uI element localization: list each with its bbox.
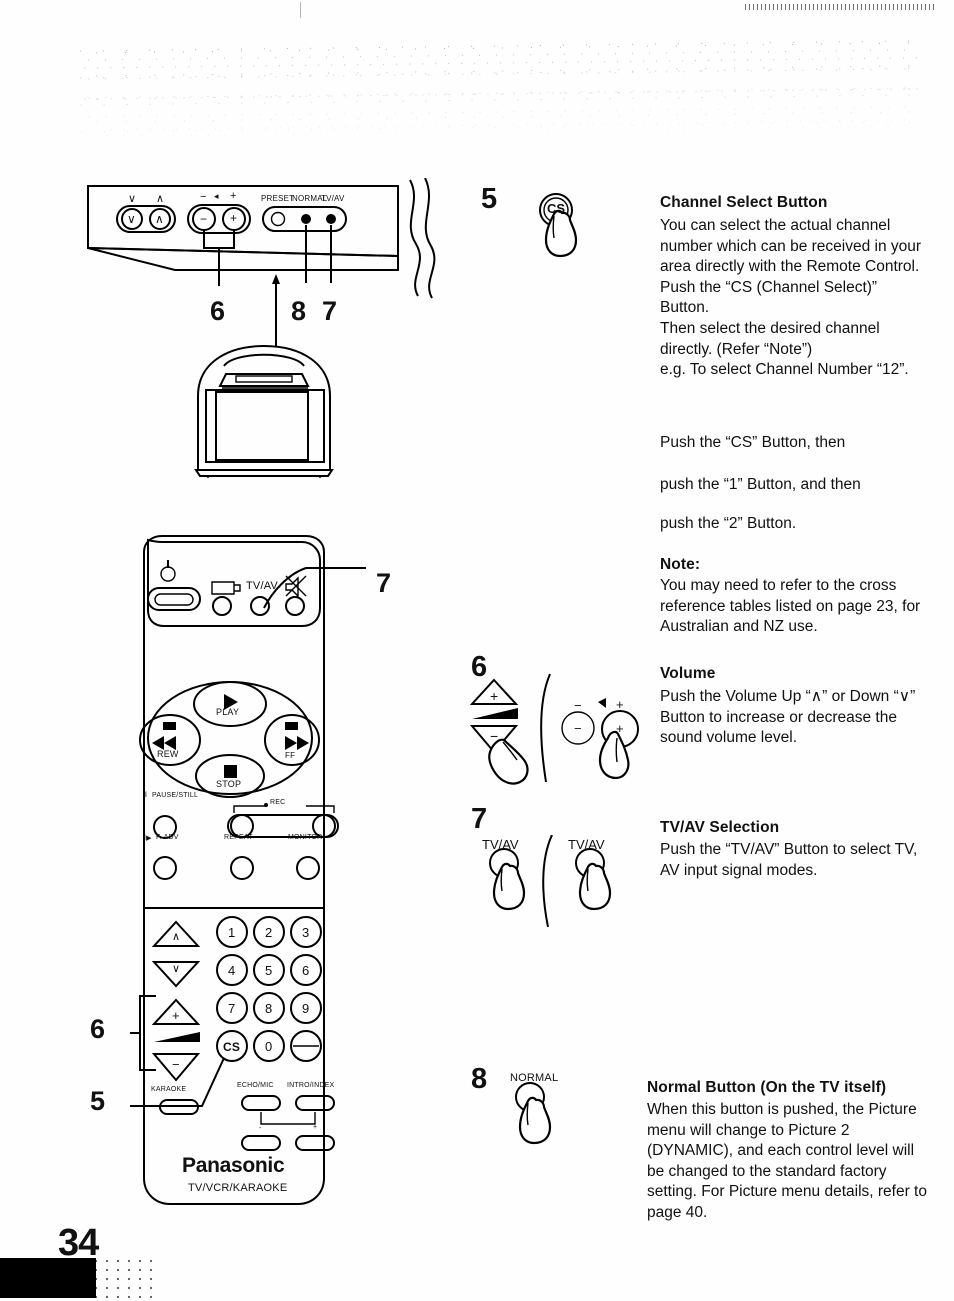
remote-key-4: 4	[228, 963, 236, 978]
remote-key-1: 1	[228, 925, 236, 940]
vol-tv-minus-glyph: −	[574, 721, 582, 736]
remote-key-9: 9	[302, 1001, 310, 1016]
volume-press-illustration: + − − + − +	[470, 672, 640, 790]
section-6-title: Volume	[660, 665, 716, 682]
remote-control-illustration: TV/AV PAUSE/STILL ‖ F. ADV ‖▶ REC REPEAT…	[130, 530, 380, 1230]
remote-label-play: PLAY	[216, 707, 240, 717]
remote-vol-down-glyph: −	[172, 1057, 180, 1072]
callout-5-remote: 5	[90, 1086, 106, 1116]
tv-set-illustration	[178, 338, 368, 478]
cs-button-press-illustration: CS	[530, 192, 610, 264]
section-5-body: You can select the actual channel number…	[660, 217, 922, 379]
tv-panel-label-tvav: TV/AV	[321, 194, 345, 203]
tv-panel-label-ch-down: ∨	[128, 193, 137, 205]
section-5-step-3: push the “2” Button.	[660, 515, 797, 532]
section-7-title: TV/AV Selection	[660, 819, 780, 836]
tvav-press-illustration: TV/AV TV/AV	[478, 835, 638, 927]
remote-label-monitor: MONITOR	[288, 834, 323, 841]
scan-stray-mark	[300, 2, 301, 18]
tv-panel-label-vol-minus: −	[200, 191, 207, 203]
section-8-title: Normal Button (On the TV itself)	[647, 1079, 887, 1096]
tvav-remote-button-label: TV/AV	[482, 837, 519, 852]
tv-panel-label-preset: PRESET	[261, 194, 295, 203]
vol-tv-plus-glyph: +	[616, 721, 624, 736]
remote-label-stop: STOP	[216, 779, 242, 789]
remote-key-0: 0	[265, 1039, 273, 1054]
remote-label-f-adv: F. ADV	[156, 834, 179, 841]
section-8-body: When this button is pushed, the Picture …	[647, 1101, 927, 1221]
section-5-step-1: Push the “CS” Button, then	[660, 434, 846, 451]
pause-glyph-icon: ‖	[144, 792, 148, 799]
callout-8-tv-panel: 8	[291, 296, 307, 326]
remote-key-2: 2	[265, 925, 273, 940]
remote-key-5: 5	[265, 963, 273, 978]
normal-press-illustration: NORMAL	[500, 1072, 610, 1152]
tv-panel-btn-vol-minus: −	[200, 212, 208, 226]
section-5-step-2: push the “1” Button, and then	[660, 476, 861, 493]
f-adv-glyph-icon: ‖▶	[143, 835, 152, 842]
page-number: 34	[58, 1222, 99, 1264]
remote-label-ff: FF	[285, 751, 296, 760]
section-8-number: 8	[471, 1063, 488, 1095]
remote-label-rec: REC	[270, 799, 286, 806]
remote-label-intro-index: INTRO/INDEX	[287, 1082, 335, 1089]
remote-label-echo-plus: +	[313, 1124, 318, 1131]
tv-control-panel-diagram: ∨ ∧ − ◂ + PRESET NORMAL TV/AV ∨ ∧ − +	[80, 178, 440, 348]
remote-ch-down-glyph: ∨	[172, 963, 181, 975]
callout-6-tv-panel: 6	[210, 296, 226, 326]
tv-panel-label-ch-up: ∧	[156, 193, 165, 205]
callout-6-remote: 6	[90, 1014, 106, 1044]
remote-label-pause-still: PAUSE/STILL	[152, 792, 199, 799]
section-5-note-title: Note:	[660, 556, 701, 573]
remote-key-8: 8	[265, 1001, 273, 1016]
tvav-tv-button-label: TV/AV	[568, 837, 605, 852]
section-6-body: Push the Volume Up “∧” or Down “∨” Butto…	[660, 688, 916, 747]
rec-dot-icon	[264, 803, 268, 807]
remote-key-3: 3	[302, 925, 310, 940]
remote-label-karaoke: KARAOKE	[151, 1086, 187, 1093]
section-5-title: Channel Select Button	[660, 194, 828, 211]
section-5-number: 5	[481, 183, 498, 215]
tv-panel-btn-vol-plus: +	[230, 211, 238, 225]
vol-remote-down-glyph: −	[490, 728, 499, 744]
cs-button-label: CS	[547, 201, 566, 216]
remote-key-7: 7	[228, 1001, 236, 1016]
tv-panel-btn-ch-down: ∨	[127, 212, 136, 226]
vol-tv-minus-label: −	[574, 698, 582, 713]
scan-edge-artifact	[745, 4, 935, 10]
remote-label-rew: REW	[157, 749, 179, 759]
scan-noise-band	[77, 36, 919, 153]
tv-panel-btn-ch-up: ∧	[155, 212, 164, 226]
tv-panel-label-vol-plus: +	[230, 190, 237, 202]
normal-button-label: NORMAL	[510, 1072, 559, 1084]
section-7-body: Push the “TV/AV” Button to select TV, AV…	[660, 841, 918, 879]
remote-label-echo-mic: ECHO/MIC	[237, 1082, 274, 1089]
callout-7-remote: 7	[376, 568, 392, 598]
section-7-number: 7	[471, 803, 488, 835]
remote-key-cs: CS	[223, 1040, 241, 1054]
remote-label-echo-minus: -	[259, 1125, 262, 1132]
vol-tv-plus-label: +	[616, 697, 624, 712]
callout-7-tv-panel: 7	[322, 296, 338, 326]
brand-logo: Panasonic	[182, 1154, 285, 1177]
section-5-note-body: You may need to refer to the cross refer…	[660, 577, 921, 636]
speaker-icon: ◂	[214, 191, 219, 201]
remote-label-tvav-top: TV/AV	[246, 580, 278, 592]
remote-label-repeat: REPEAT	[224, 834, 253, 841]
remote-key-6: 6	[302, 963, 310, 978]
manual-page: ∨ ∧ − ◂ + PRESET NORMAL TV/AV ∨ ∧ − + 6 …	[0, 0, 954, 1301]
vol-remote-up-glyph: +	[490, 688, 499, 704]
remote-ch-up-glyph: ∧	[172, 931, 181, 943]
remote-vol-up-glyph: +	[172, 1008, 180, 1023]
product-line-label: TV/VCR/KARAOKE	[188, 1182, 288, 1194]
